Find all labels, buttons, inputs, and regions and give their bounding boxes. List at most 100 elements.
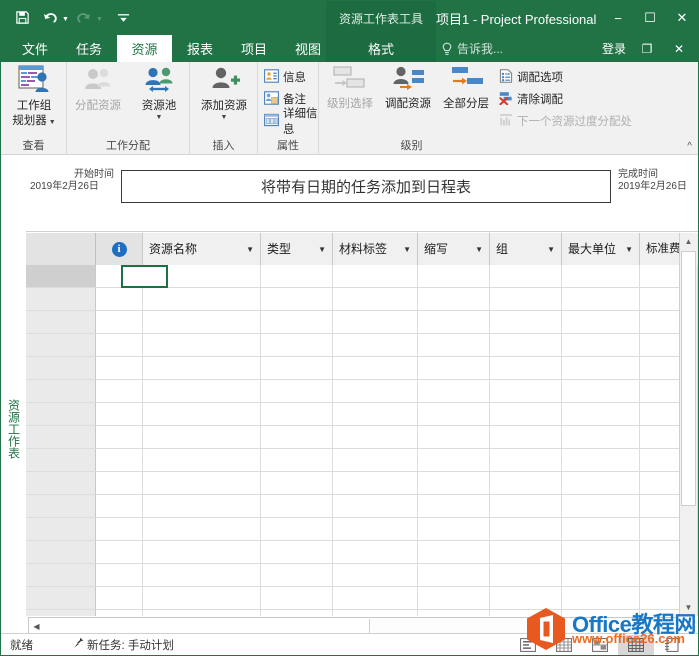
cell-type[interactable] — [261, 426, 333, 448]
cell-indicators[interactable] — [96, 357, 143, 379]
cell-resource-name[interactable] — [143, 426, 261, 448]
cell-group[interactable] — [490, 334, 562, 356]
team-planner-view-button[interactable] — [582, 635, 618, 656]
cell-initials[interactable] — [418, 403, 490, 425]
cell-indicators[interactable] — [96, 380, 143, 402]
add-resource-button[interactable]: 添加资源 ▼ — [194, 65, 254, 121]
cell-resource-name[interactable] — [143, 587, 261, 609]
scroll-up-button[interactable]: ▲ — [680, 233, 697, 250]
restore-down-button[interactable]: ❐ — [632, 35, 662, 62]
chevron-down-icon[interactable]: ▼ — [475, 245, 483, 254]
horizontal-scroll-track[interactable] — [371, 618, 677, 634]
cell-type[interactable] — [261, 518, 333, 540]
cell-group[interactable] — [490, 380, 562, 402]
table-row[interactable] — [26, 357, 698, 380]
minimize-button[interactable]: − — [602, 1, 634, 35]
team-planner-button[interactable]: 工作组 规划器 ▼ — [4, 65, 64, 128]
cell-max-units[interactable] — [562, 449, 640, 471]
tab-file[interactable]: 文件 — [9, 35, 61, 62]
cell-material-label[interactable] — [333, 587, 418, 609]
cell-initials[interactable] — [418, 334, 490, 356]
chevron-down-icon[interactable]: ▼ — [246, 245, 254, 254]
cell-indicators[interactable] — [96, 334, 143, 356]
row-header-cell[interactable] — [26, 449, 96, 471]
column-header-initials[interactable]: 缩写 ▼ — [418, 233, 490, 265]
cell-type[interactable] — [261, 495, 333, 517]
cell-max-units[interactable] — [562, 587, 640, 609]
team-planner-dropdown-icon[interactable]: ▼ — [49, 119, 56, 126]
row-header-cell[interactable] — [26, 357, 96, 379]
report-view-button[interactable] — [654, 635, 690, 656]
table-row[interactable] — [26, 518, 698, 541]
gantt-chart-view-button[interactable] — [510, 635, 546, 656]
column-header-group[interactable]: 组 ▼ — [490, 233, 562, 265]
cell-group[interactable] — [490, 426, 562, 448]
cell-initials[interactable] — [418, 472, 490, 494]
close-document-button[interactable]: ✕ — [664, 35, 694, 62]
cell-type[interactable] — [261, 334, 333, 356]
cell-indicators[interactable] — [96, 495, 143, 517]
vertical-scrollbar[interactable]: ▲ ▼ — [679, 233, 697, 616]
column-header-type[interactable]: 类型 ▼ — [261, 233, 333, 265]
cell-indicators[interactable] — [96, 472, 143, 494]
cell-max-units[interactable] — [562, 541, 640, 563]
cell-max-units[interactable] — [562, 403, 640, 425]
scroll-left-button[interactable]: ◀ — [29, 618, 44, 634]
cell-type[interactable] — [261, 610, 333, 616]
cell-resource-name[interactable] — [143, 541, 261, 563]
row-header-cell[interactable] — [26, 334, 96, 356]
cell-indicators[interactable] — [96, 610, 143, 616]
cell-initials[interactable] — [418, 357, 490, 379]
sign-in-button[interactable]: 登录 — [602, 35, 626, 62]
cell-type[interactable] — [261, 288, 333, 310]
cell-max-units[interactable] — [562, 357, 640, 379]
cell-type[interactable] — [261, 380, 333, 402]
table-row[interactable] — [26, 587, 698, 610]
resource-sheet-grid[interactable]: i 资源名称 ▼ 类型 ▼ 材料标签 ▼ 缩写 ▼ 组 ▼ — [26, 233, 698, 616]
cell-initials[interactable] — [418, 426, 490, 448]
cell-type[interactable] — [261, 449, 333, 471]
table-row[interactable] — [26, 380, 698, 403]
leveling-options-button[interactable]: 调配选项 — [499, 67, 563, 87]
cell-max-units[interactable] — [562, 426, 640, 448]
cell-type[interactable] — [261, 541, 333, 563]
cell-material-label[interactable] — [333, 288, 418, 310]
table-row[interactable] — [26, 541, 698, 564]
cell-indicators[interactable] — [96, 587, 143, 609]
selected-cell[interactable] — [121, 265, 168, 288]
cell-initials[interactable] — [418, 610, 490, 616]
cell-max-units[interactable] — [562, 518, 640, 540]
tell-me-search[interactable]: 告诉我... — [441, 35, 503, 62]
cell-resource-name[interactable] — [143, 357, 261, 379]
tab-resource[interactable]: 资源 — [117, 35, 172, 62]
resource-sheet-view-button[interactable] — [618, 635, 654, 656]
table-row[interactable] — [26, 495, 698, 518]
save-icon[interactable] — [9, 5, 35, 29]
redo-icon[interactable] — [71, 5, 97, 29]
cell-max-units[interactable] — [562, 334, 640, 356]
cell-max-units[interactable] — [562, 495, 640, 517]
cell-resource-name[interactable] — [143, 311, 261, 333]
row-header-cell[interactable] — [26, 610, 96, 616]
cell-max-units[interactable] — [562, 265, 640, 287]
column-header-max-units[interactable]: 最大单位 ▼ — [562, 233, 640, 265]
cell-max-units[interactable] — [562, 311, 640, 333]
table-row[interactable] — [26, 564, 698, 587]
cell-material-label[interactable] — [333, 472, 418, 494]
cell-max-units[interactable] — [562, 380, 640, 402]
chevron-down-icon[interactable]: ▼ — [625, 245, 633, 254]
cell-initials[interactable] — [418, 541, 490, 563]
row-header-cell[interactable] — [26, 495, 96, 517]
table-row[interactable] — [26, 449, 698, 472]
row-header-cell[interactable] — [26, 380, 96, 402]
cell-max-units[interactable] — [562, 288, 640, 310]
redo-dropdown-icon[interactable]: ▼ — [96, 16, 103, 23]
level-resource-button[interactable]: 调配资源 — [379, 65, 437, 111]
row-header-cell[interactable] — [26, 288, 96, 310]
cell-group[interactable] — [490, 472, 562, 494]
cell-resource-name[interactable] — [143, 403, 261, 425]
cell-resource-name[interactable] — [143, 518, 261, 540]
cell-group[interactable] — [490, 403, 562, 425]
customize-quick-access-icon[interactable] — [111, 5, 137, 29]
cell-type[interactable] — [261, 311, 333, 333]
